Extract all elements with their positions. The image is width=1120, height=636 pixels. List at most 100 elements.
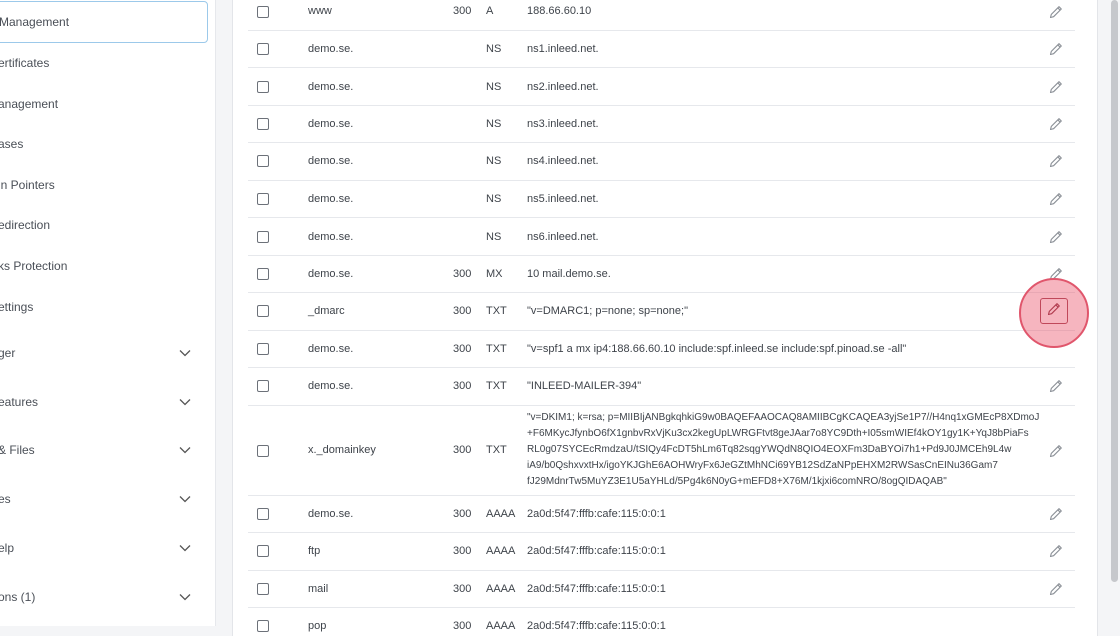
pencil-icon[interactable]: [1048, 41, 1064, 57]
table-row: mail 300 AAAA 2a0d:5f47:fffb:cafe:115:0:…: [248, 571, 1075, 608]
record-name: demo.se.: [308, 343, 354, 355]
row-checkbox[interactable]: [257, 81, 269, 93]
row-checkbox[interactable]: [257, 380, 269, 392]
sidebar-item-label: anagement: [0, 97, 59, 111]
record-name: ftp: [308, 545, 321, 557]
record-value: ns5.inleed.net.: [527, 193, 599, 205]
sidebar-item-settings[interactable]: ettings: [0, 287, 216, 327]
row-checkbox[interactable]: [257, 155, 269, 167]
record-ttl: 300: [453, 5, 472, 17]
sidebar-item-label: ertificates: [0, 56, 50, 70]
sidebar-group-files[interactable]: & Files: [0, 430, 216, 470]
pencil-icon[interactable]: [1048, 79, 1064, 95]
sidebar-item-label: Management: [0, 15, 70, 29]
chevron-down-icon: [178, 395, 192, 409]
row-checkbox[interactable]: [257, 193, 269, 205]
table-row: demo.se. 300 MX 10 mail.demo.se.: [248, 256, 1075, 293]
pencil-icon[interactable]: [1048, 153, 1064, 169]
row-checkbox[interactable]: [257, 118, 269, 130]
record-value: "INLEED-MAILER-394": [527, 380, 642, 392]
row-checkbox[interactable]: [257, 43, 269, 55]
record-ttl: 300: [453, 305, 472, 317]
pencil-icon[interactable]: [1048, 581, 1064, 597]
record-type: NS: [486, 118, 502, 130]
sidebar-item-ssl-certificates[interactable]: ertificates: [0, 43, 216, 83]
record-value: 2a0d:5f47:fffb:cafe:115:0:0:1: [527, 583, 666, 595]
edit-dmarc-button[interactable]: [1040, 298, 1068, 324]
record-name: pop: [308, 620, 327, 632]
sidebar-item-redirection[interactable]: edirection: [0, 205, 216, 245]
pencil-icon: [1046, 301, 1062, 322]
record-value: ns4.inleed.net.: [527, 155, 599, 167]
record-ttl: 300: [453, 508, 472, 520]
chevron-down-icon: [178, 590, 192, 604]
table-row: x._domainkey 300 TXT "v=DKIM1; k=rsa; p=…: [248, 406, 1075, 496]
sidebar-group-features[interactable]: eatures: [0, 382, 216, 422]
row-checkbox[interactable]: [257, 305, 269, 317]
table-row: ftp 300 AAAA 2a0d:5f47:fffb:cafe:115:0:0…: [248, 533, 1075, 571]
record-ttl: 300: [453, 620, 472, 632]
row-checkbox[interactable]: [257, 620, 269, 632]
row-checkbox[interactable]: [257, 545, 269, 557]
sidebar-group-manager[interactable]: ger: [0, 333, 216, 373]
row-checkbox[interactable]: [257, 508, 269, 520]
sidebar-item-domain-pointers[interactable]: in Pointers: [0, 165, 216, 205]
record-type: NS: [486, 193, 502, 205]
record-ttl: 300: [453, 268, 472, 280]
record-name: _dmarc: [308, 305, 345, 317]
sidebar-group-ons[interactable]: ons (1): [0, 577, 216, 617]
sidebar-item-management[interactable]: anagement: [0, 84, 216, 124]
record-type: AAAA: [486, 545, 516, 557]
value-line: +F6MKycJfynbO6fX1gnbvRxVjKu3cx2kegUpLWRG…: [527, 428, 1029, 439]
record-type: TXT: [486, 305, 507, 317]
pencil-icon[interactable]: [1048, 116, 1064, 132]
record-name: demo.se.: [308, 193, 354, 205]
row-checkbox[interactable]: [257, 231, 269, 243]
record-type: AAAA: [486, 508, 516, 520]
row-checkbox[interactable]: [257, 343, 269, 355]
pencil-icon[interactable]: [1048, 443, 1064, 459]
sidebar: Management ertificates anagement ases in…: [0, 0, 216, 626]
record-type: TXT: [486, 444, 507, 456]
record-type: TXT: [486, 380, 507, 392]
sidebar-item-label: elp: [0, 541, 15, 555]
record-type: NS: [486, 81, 502, 93]
sidebar-item-aliases[interactable]: ases: [0, 124, 216, 164]
record-value: "v=DKIM1; k=rsa; p=MIIBIjANBgkqhkiG9w0BA…: [527, 410, 1039, 490]
sidebar-item-label: es: [0, 492, 11, 506]
pencil-icon[interactable]: [1048, 4, 1064, 20]
record-ttl: 300: [453, 583, 472, 595]
pencil-icon[interactable]: [1048, 378, 1064, 394]
sidebar-item-label: edirection: [0, 218, 51, 232]
record-type: MX: [486, 268, 503, 280]
record-name: demo.se.: [308, 380, 354, 392]
chevron-down-icon: [178, 443, 192, 457]
pencil-icon[interactable]: [1048, 506, 1064, 522]
sidebar-item-label: ettings: [0, 300, 34, 314]
sidebar-item-label: & Files: [0, 443, 35, 457]
record-type: NS: [486, 43, 502, 55]
record-name: demo.se.: [308, 268, 354, 280]
pencil-icon[interactable]: [1048, 191, 1064, 207]
record-name: demo.se.: [308, 118, 354, 130]
table-row: demo.se. 300 TXT "v=spf1 a mx ip4:188.66…: [248, 331, 1075, 368]
row-checkbox[interactable]: [257, 6, 269, 18]
sidebar-item-dns-management[interactable]: Management: [0, 1, 208, 43]
record-name: x._domainkey: [308, 444, 376, 456]
sidebar-item-label: ases: [0, 137, 24, 151]
sidebar-group-help[interactable]: elp: [0, 528, 216, 568]
row-checkbox[interactable]: [257, 268, 269, 280]
row-checkbox[interactable]: [257, 445, 269, 457]
row-checkbox[interactable]: [257, 583, 269, 595]
pencil-icon[interactable]: [1048, 229, 1064, 245]
sidebar-item-label: ks Protection: [0, 259, 68, 273]
sidebar-group-es[interactable]: es: [0, 479, 216, 519]
value-line: fJ29MdnrTw5MuYZ3E1U5aYHLd/5Pg4k6N0yG+mEF…: [527, 476, 947, 487]
scrollbar-thumb[interactable]: [1111, 0, 1118, 582]
chevron-down-icon: [178, 346, 192, 360]
sidebar-item-hotlinks-protection[interactable]: ks Protection: [0, 246, 216, 286]
pencil-icon[interactable]: [1048, 543, 1064, 559]
value-line: iA9/b0QshxvxtHx/igoYKJGhE6AOHWryFx6JeGZt…: [527, 460, 998, 471]
table-row: demo.se. 300 AAAA 2a0d:5f47:fffb:cafe:11…: [248, 496, 1075, 533]
chevron-down-icon: [178, 541, 192, 555]
